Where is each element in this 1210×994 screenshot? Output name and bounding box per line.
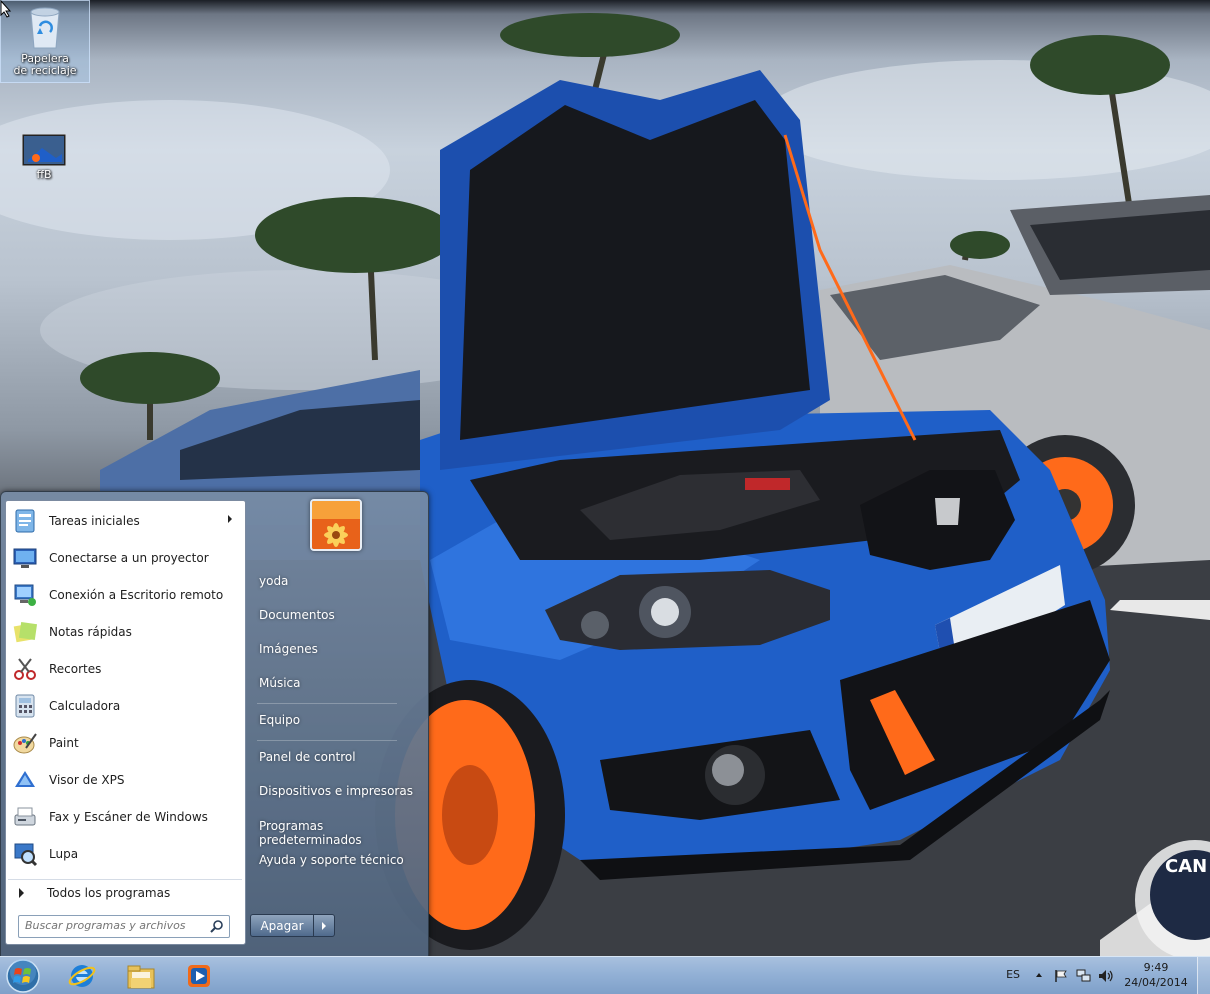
- xps-viewer-icon: [10, 765, 40, 795]
- start-link-user[interactable]: yoda: [259, 574, 288, 588]
- program-item-fax-scanner[interactable]: Fax y Escáner de Windows: [8, 799, 242, 834]
- media-player-icon: [188, 965, 210, 987]
- all-programs-label: Todos los programas: [47, 886, 171, 900]
- program-label: Notas rápidas: [49, 624, 132, 639]
- program-item-sticky-notes[interactable]: Notas rápidas: [8, 614, 242, 649]
- program-item-xps-viewer[interactable]: Visor de XPS: [8, 762, 242, 797]
- program-label: Conexión a Escritorio remoto: [49, 587, 224, 602]
- desktop-icon-image-file[interactable]: ffB: [0, 133, 88, 181]
- program-label: Lupa: [49, 846, 79, 861]
- file-explorer-icon: [127, 965, 155, 989]
- internet-explorer-icon: [68, 965, 96, 987]
- program-item-getting-started[interactable]: Tareas iniciales: [8, 503, 242, 538]
- shutdown-control: Apagar: [250, 914, 335, 937]
- start-button[interactable]: [0, 959, 46, 993]
- taskbar-file-explorer[interactable]: [116, 959, 166, 993]
- clock-time: 9:49: [1143, 961, 1169, 974]
- start-orb-icon: [6, 959, 40, 993]
- program-item-paint[interactable]: Paint: [8, 725, 242, 760]
- program-label: Recortes: [49, 661, 102, 676]
- user-account-picture[interactable]: [310, 499, 362, 551]
- taskbar-internet-explorer[interactable]: [57, 959, 107, 993]
- search-icon[interactable]: [210, 919, 224, 933]
- volume-icon[interactable]: [1098, 969, 1114, 983]
- program-item-projector[interactable]: Conectarse a un proyector: [8, 540, 242, 575]
- expand-arrow-icon: [19, 888, 24, 898]
- program-label: Calculadora: [49, 698, 121, 713]
- start-menu: Tareas iniciales Conectarse a un proyect…: [0, 491, 429, 958]
- mouse-cursor-icon: [0, 0, 12, 18]
- calculator-icon: [10, 691, 40, 721]
- sticky-notes-icon: [10, 617, 40, 647]
- magnifier-icon: [10, 839, 40, 869]
- chevron-right-icon: [322, 921, 326, 930]
- paint-icon: [10, 728, 40, 758]
- start-menu-programs-pane: Tareas iniciales Conectarse a un proyect…: [5, 500, 246, 945]
- start-link-computer[interactable]: Equipo: [259, 713, 300, 727]
- watermark-logo: CAN: [1165, 856, 1207, 877]
- start-link-music[interactable]: Música: [259, 676, 301, 690]
- taskbar: ES 9:49 24/04/2014: [0, 956, 1210, 994]
- start-link-pictures[interactable]: Imágenes: [259, 642, 318, 656]
- fax-scanner-icon: [10, 802, 40, 832]
- start-menu-separator: [257, 740, 397, 741]
- start-link-default-programs[interactable]: Programas predeterminados: [259, 819, 428, 847]
- shutdown-button[interactable]: Apagar: [250, 914, 314, 937]
- flower-avatar-icon: [312, 501, 360, 549]
- program-label: Fax y Escáner de Windows: [49, 809, 208, 824]
- snipping-tool-icon: [10, 654, 40, 684]
- clock-date: 24/04/2014: [1124, 976, 1188, 989]
- getting-started-icon: [10, 506, 40, 536]
- shutdown-options-button[interactable]: [314, 914, 335, 937]
- show-desktop-button[interactable]: [1197, 957, 1210, 994]
- start-menu-separator: [257, 703, 397, 704]
- projector-icon: [10, 543, 40, 573]
- all-programs-button[interactable]: Todos los programas: [8, 879, 242, 906]
- search-input[interactable]: [19, 916, 207, 935]
- network-icon[interactable]: [1076, 969, 1092, 983]
- action-center-flag-icon[interactable]: [1054, 969, 1068, 983]
- start-link-documents[interactable]: Documentos: [259, 608, 335, 622]
- program-item-remote-desktop[interactable]: Conexión a Escritorio remoto: [8, 577, 242, 612]
- desktop-icon-label: Papelera de reciclaje: [13, 52, 77, 77]
- program-label: Visor de XPS: [49, 772, 125, 787]
- start-link-control-panel[interactable]: Panel de control: [259, 750, 356, 764]
- remote-desktop-icon: [10, 580, 40, 610]
- program-label: Tareas iniciales: [49, 513, 140, 528]
- submenu-arrow-icon: [228, 515, 232, 523]
- program-item-snipping-tool[interactable]: Recortes: [8, 651, 242, 686]
- language-indicator[interactable]: ES: [1006, 968, 1020, 981]
- search-box: [18, 915, 230, 938]
- desktop-icon-label: ffB: [36, 168, 52, 181]
- start-link-devices-printers[interactable]: Dispositivos e impresoras: [259, 784, 413, 798]
- image-file-icon: [21, 133, 67, 167]
- taskbar-media-player[interactable]: [174, 959, 224, 993]
- recycle-bin-icon: [30, 7, 60, 49]
- desktop-icon-recycle-bin[interactable]: Papelera de reciclaje: [0, 0, 90, 83]
- start-link-help-support[interactable]: Ayuda y soporte técnico: [259, 853, 404, 867]
- show-hidden-icons-button[interactable]: [1036, 973, 1042, 977]
- clock[interactable]: 9:49 24/04/2014: [1124, 961, 1188, 989]
- program-label: Paint: [49, 735, 79, 750]
- program-label: Conectarse a un proyector: [49, 550, 209, 565]
- program-item-calculator[interactable]: Calculadora: [8, 688, 242, 723]
- program-item-magnifier[interactable]: Lupa: [8, 836, 242, 871]
